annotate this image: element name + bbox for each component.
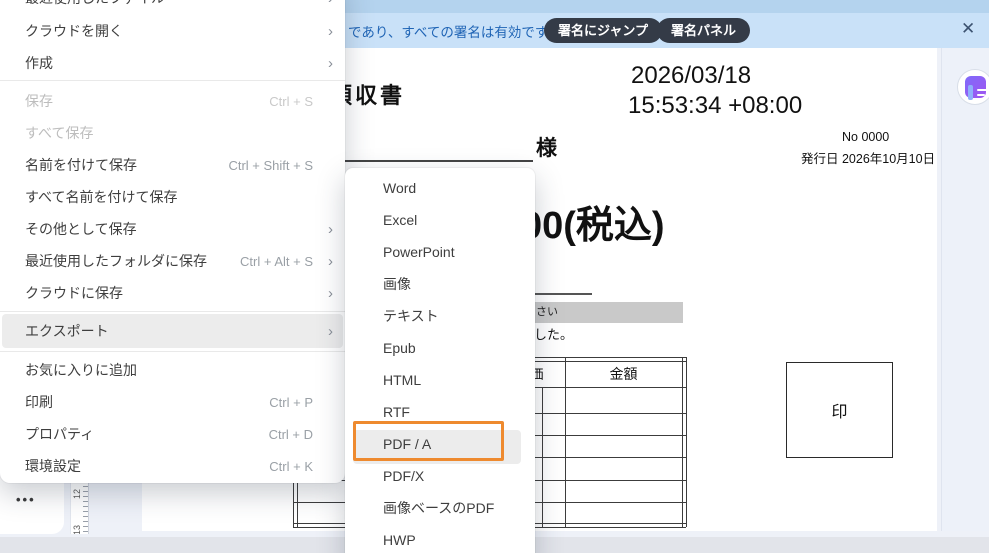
menu-item-save-all[interactable]: すべて保存 bbox=[2, 117, 343, 149]
menu-item-properties[interactable]: プロパティ Ctrl + D bbox=[2, 418, 343, 450]
menu-item-export[interactable]: エクスポート › bbox=[2, 314, 343, 348]
ai-assistant-button[interactable] bbox=[957, 69, 989, 105]
submenu-item-rtf[interactable]: RTF bbox=[349, 396, 531, 428]
chevron-right-icon: › bbox=[328, 322, 333, 340]
menu-divider bbox=[0, 80, 345, 81]
close-icon[interactable]: ✕ bbox=[961, 19, 975, 39]
menu-item-save-as[interactable]: 名前を付けて保存 Ctrl + Shift + S bbox=[2, 149, 343, 181]
menu-item-add-to-favorites[interactable]: お気に入りに追加 bbox=[2, 354, 343, 386]
jump-to-signature-button[interactable]: 署名にジャンプ bbox=[544, 18, 662, 43]
submenu-item-epub[interactable]: Epub bbox=[349, 332, 531, 364]
menu-item-preferences[interactable]: 環境設定 Ctrl + K bbox=[2, 450, 343, 482]
menu-item-save-as-other[interactable]: その他として保存 › bbox=[2, 213, 343, 245]
menu-divider bbox=[0, 311, 345, 312]
seal-box: 印 bbox=[786, 362, 893, 458]
chevron-right-icon: › bbox=[328, 22, 333, 40]
menu-item-save-to-cloud[interactable]: クラウドに保存 › bbox=[2, 277, 343, 309]
menu-item-save-all-as[interactable]: すべて名前を付けて保存 bbox=[2, 181, 343, 213]
chevron-right-icon: › bbox=[328, 252, 333, 270]
more-options-icon[interactable]: ••• bbox=[16, 492, 36, 507]
note-text: した。 bbox=[534, 327, 574, 342]
menu-item-open-cloud[interactable]: クラウドを開く › bbox=[2, 15, 343, 47]
chevron-right-icon: › bbox=[328, 284, 333, 302]
export-submenu: Word Excel PowerPoint 画像 テキスト Epub HTML … bbox=[345, 168, 535, 553]
amount-text: 00(税込) bbox=[521, 205, 665, 247]
pdf-editor-app: であり、すべての署名は有効です。 署名にジャンプ 署名パネル ✕ 領収書 202… bbox=[0, 0, 989, 553]
signature-status-text: であり、すべての署名は有効です。 bbox=[348, 25, 561, 40]
submenu-item-html[interactable]: HTML bbox=[349, 364, 531, 396]
vertical-ruler: 12 13 bbox=[70, 481, 89, 534]
submenu-item-text[interactable]: テキスト bbox=[349, 300, 531, 332]
submenu-item-image-based-pdf[interactable]: 画像ベースのPDF bbox=[349, 492, 531, 524]
chevron-right-icon: › bbox=[328, 220, 333, 238]
menu-item-save-to-recent-folder[interactable]: 最近使用したフォルダに保存 Ctrl + Alt + S › bbox=[2, 245, 343, 277]
receipt-number: No 0000 bbox=[842, 130, 890, 144]
recipient-honorific: 様 bbox=[536, 137, 557, 160]
submenu-item-pdf-a[interactable]: PDF / A bbox=[349, 428, 531, 460]
ai-assistant-icon bbox=[965, 76, 989, 102]
menu-item-save[interactable]: 保存 Ctrl + S bbox=[2, 85, 343, 117]
seal-label: 印 bbox=[831, 404, 848, 421]
submenu-item-powerpoint[interactable]: PowerPoint bbox=[349, 236, 531, 268]
timestamp-time: 15:53:34 +08:00 bbox=[628, 92, 803, 119]
menu-item-print[interactable]: 印刷 Ctrl + P bbox=[2, 386, 343, 418]
signature-panel-button[interactable]: 署名パネル bbox=[657, 18, 751, 43]
issue-date: 発行日 2026年10月10日 bbox=[801, 152, 936, 166]
chevron-right-icon: › bbox=[328, 54, 333, 72]
ruler-ticks bbox=[83, 481, 88, 534]
submenu-item-word[interactable]: Word bbox=[349, 172, 531, 204]
table-header-amount: 金額 bbox=[609, 366, 638, 382]
menu-item-create[interactable]: 作成 › bbox=[2, 47, 343, 79]
submenu-item-pdf-x[interactable]: PDF/X bbox=[349, 460, 531, 492]
ruler-mark: 13 bbox=[72, 524, 83, 534]
menu-item-recent-files[interactable]: 最近使用したファイル › bbox=[2, 0, 343, 14]
chevron-right-icon: › bbox=[319, 0, 333, 7]
ruler-mark: 12 bbox=[72, 488, 83, 500]
timestamp-date: 2026/03/18 bbox=[631, 62, 752, 89]
right-side-panel bbox=[941, 48, 989, 531]
submenu-item-excel[interactable]: Excel bbox=[349, 204, 531, 236]
file-menu: 最近使用したファイル › クラウドを開く › 作成 › 保存 Ctrl + S … bbox=[0, 0, 345, 483]
submenu-item-image[interactable]: 画像 bbox=[349, 268, 531, 300]
submenu-item-hwp[interactable]: HWP bbox=[349, 524, 531, 553]
menu-divider bbox=[0, 351, 345, 352]
note-underline bbox=[534, 293, 592, 295]
